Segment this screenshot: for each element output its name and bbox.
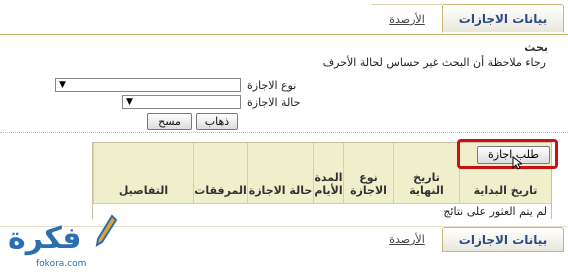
- leave-status-label: حالة الاجازة: [247, 96, 301, 109]
- watermark-logo-text: فكرة: [8, 221, 82, 256]
- search-section-title: بحث: [524, 41, 548, 54]
- section-divider: [0, 132, 568, 133]
- column-header-duration-days[interactable]: المدة الأيام: [313, 143, 343, 203]
- leave-type-label: نوع الاجازة: [247, 79, 297, 92]
- top-tab-bar: بيانات الاجازات الأرصدة: [0, 0, 568, 35]
- column-header-attachments[interactable]: المرفقات: [193, 143, 247, 203]
- tab-balances[interactable]: الأرصدة: [372, 4, 442, 33]
- bottom-tab-balances[interactable]: الأرصدة: [372, 227, 442, 252]
- bottom-tab-bar: بيانات الاجازات الأرصدة: [0, 226, 568, 253]
- mouse-cursor-icon: [512, 156, 522, 170]
- watermark-logo-subtext: fokora.com: [36, 259, 87, 269]
- tab-leave-data[interactable]: بيانات الاجازات: [442, 4, 564, 33]
- leave-status-select[interactable]: ▼: [122, 95, 241, 109]
- no-results-message: لم يتم العثور على نتائج: [443, 205, 547, 218]
- leave-type-select[interactable]: ▼: [55, 78, 241, 92]
- case-sensitivity-note: رجاء ملاحظة أن البحث غير حساس لحالة الأح…: [322, 56, 546, 69]
- column-header-leave-type[interactable]: نوع الاجازة: [343, 143, 393, 203]
- column-header-leave-status[interactable]: حالة الاجازة: [247, 143, 313, 203]
- column-header-details[interactable]: التفاصيل: [93, 143, 193, 203]
- pencil-icon: [95, 214, 118, 247]
- go-button[interactable]: ذهاب: [196, 113, 238, 130]
- bottom-tab-leave-data[interactable]: بيانات الاجازات: [442, 227, 564, 252]
- table-empty-row: لم يتم العثور على نتائج: [93, 203, 551, 219]
- clear-button[interactable]: مسح: [147, 113, 192, 130]
- column-header-end-date[interactable]: تاريخ النهاية: [393, 143, 459, 203]
